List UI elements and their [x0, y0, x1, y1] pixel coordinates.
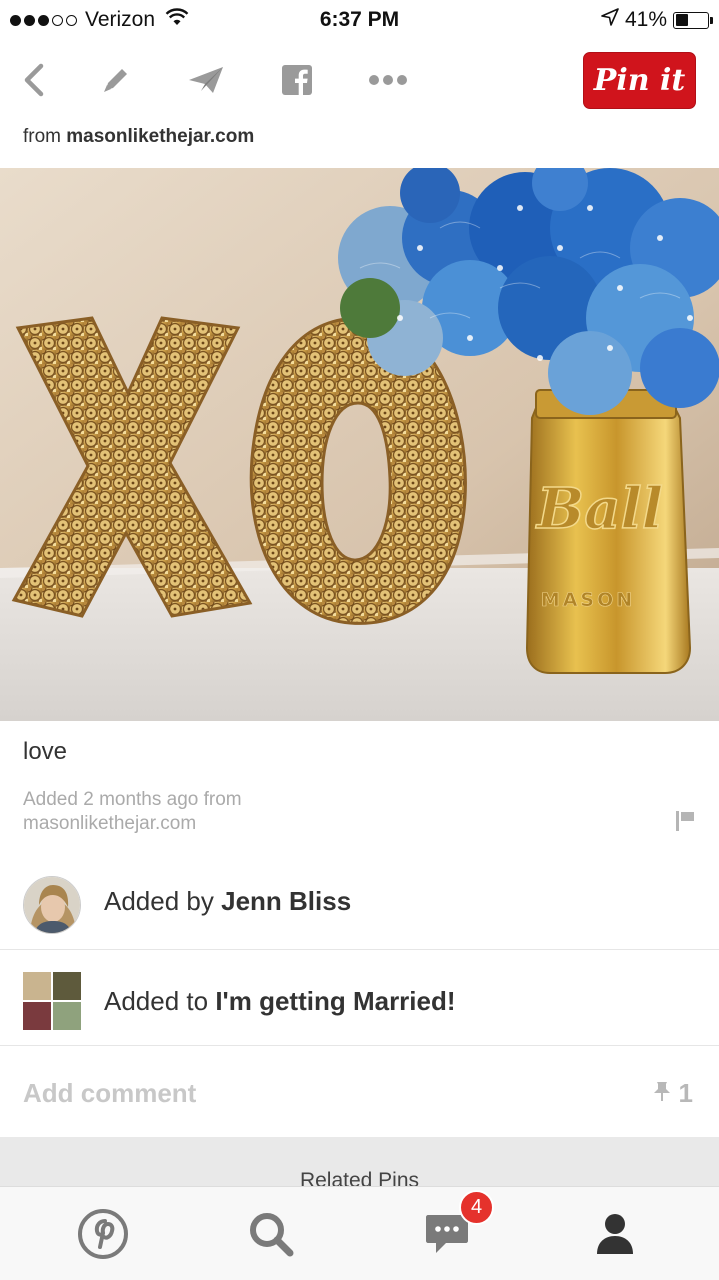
- source-domain[interactable]: masonlikethejar.com: [66, 126, 254, 147]
- more-icon[interactable]: [368, 60, 408, 100]
- battery-percent: 41%: [624, 8, 667, 31]
- bottom-tab-bar: [0, 1186, 719, 1280]
- repin-count[interactable]: 1: [651, 1078, 693, 1109]
- board-thumb-tile: [23, 972, 51, 1000]
- repin-number: 1: [678, 1078, 693, 1108]
- added-to-text: Added to I'm getting Married!: [104, 986, 456, 1017]
- source-prefix: from: [23, 126, 61, 147]
- location-arrow-icon: [601, 8, 619, 32]
- battery-fill: [675, 14, 689, 26]
- status-bar: Verizon 6:37 PM 41%: [0, 0, 719, 40]
- board-thumb-tile: [23, 1002, 51, 1030]
- pin-image[interactable]: Ball MASON: [0, 168, 719, 721]
- added-to-row[interactable]: Added to I'm getting Married!: [0, 949, 719, 1045]
- pin-description: love: [23, 738, 68, 765]
- add-comment-field[interactable]: Add comment: [23, 1078, 196, 1109]
- edit-icon[interactable]: [96, 60, 136, 100]
- facebook-icon[interactable]: [277, 60, 317, 100]
- search-icon[interactable]: [244, 1207, 298, 1261]
- profile-icon[interactable]: [588, 1207, 642, 1261]
- messages-badge: 4: [459, 1190, 494, 1225]
- board-thumb-tile: [53, 1002, 81, 1030]
- added-by-row[interactable]: Added by Jenn Bliss: [0, 852, 719, 948]
- added-source[interactable]: masonlikethejar.com: [23, 812, 383, 836]
- pin-meta: Added 2 months ago from masonlikethejar.…: [23, 788, 383, 836]
- pinterest-home-icon[interactable]: [76, 1207, 130, 1261]
- pin-it-button[interactable]: Pin it: [583, 52, 696, 109]
- comment-row[interactable]: Add comment 1: [0, 1045, 719, 1137]
- back-icon[interactable]: [14, 60, 54, 100]
- jar-logo-text: Ball: [535, 476, 663, 542]
- added-by-text: Added by Jenn Bliss: [104, 886, 351, 917]
- added-time: Added 2 months ago from: [23, 789, 242, 810]
- source-line[interactable]: from masonlikethejar.com: [23, 126, 254, 148]
- battery-cap: [710, 16, 713, 24]
- pin-toolbar: Pin it: [0, 40, 719, 120]
- jar-mason-text: MASON: [541, 589, 635, 611]
- battery-icon: [673, 11, 713, 29]
- pin-icon: [651, 1078, 673, 1109]
- status-right: 41%: [601, 8, 713, 32]
- pinner-name[interactable]: Jenn Bliss: [221, 886, 351, 916]
- added-by-prefix: Added by: [104, 886, 214, 916]
- flag-icon[interactable]: [675, 810, 695, 837]
- avatar[interactable]: [23, 876, 81, 934]
- board-thumb-tile: [53, 972, 81, 1000]
- send-icon[interactable]: [186, 60, 226, 100]
- board-name[interactable]: I'm getting Married!: [215, 986, 455, 1016]
- board-thumbnail[interactable]: [23, 972, 81, 1030]
- added-to-prefix: Added to: [104, 986, 209, 1016]
